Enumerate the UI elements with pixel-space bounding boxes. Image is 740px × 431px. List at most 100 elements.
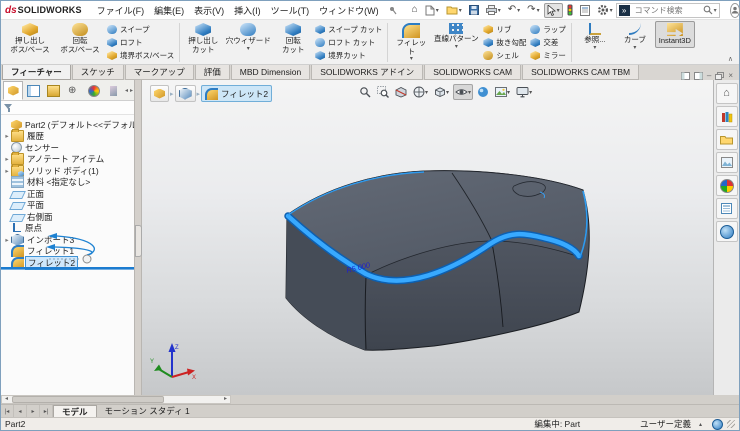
scrollbar-thumb[interactable]: [12, 396, 164, 403]
menu-file[interactable]: ファイル(F): [92, 4, 150, 17]
doc-restore-icon[interactable]: [715, 71, 725, 80]
mirror-button[interactable]: ミラー: [528, 49, 568, 62]
status-globe-icon[interactable]: [712, 418, 723, 430]
edit-appearance-button[interactable]: [475, 84, 491, 100]
undo-button[interactable]: ↶ ▾: [505, 3, 523, 17]
view-settings-button[interactable]: ▾: [514, 84, 534, 100]
breadcrumb-body-chip[interactable]: [174, 85, 196, 102]
status-units[interactable]: ユーザー定義: [640, 418, 691, 430]
tab-model[interactable]: モデル: [53, 405, 97, 417]
tree-item-origin[interactable]: 原点: [1, 223, 134, 235]
tab-configurationmanager[interactable]: [43, 81, 63, 100]
select-tool-button[interactable]: ▾: [543, 2, 563, 18]
taskpane-appearances-button[interactable]: [715, 175, 738, 196]
wrap-button[interactable]: ラップ: [528, 23, 568, 36]
loft-button[interactable]: ロフト: [105, 36, 176, 49]
boundary-boss-base-button[interactable]: 境界ボス/ベース: [105, 49, 176, 62]
tree-item-right-plane[interactable]: 右側面: [1, 211, 134, 223]
home-button[interactable]: ⌂: [409, 3, 421, 17]
tab-evaluate[interactable]: 評価: [194, 65, 230, 80]
search-dropdown-icon[interactable]: ▾: [714, 7, 717, 14]
view-orientation-button[interactable]: ▾: [411, 84, 430, 100]
sweep-button[interactable]: スイープ: [105, 23, 176, 36]
tab-solidworks-addins[interactable]: SOLIDWORKS アドイン: [311, 65, 424, 80]
tree-item-imported3[interactable]: ▸ インポート3: [1, 233, 134, 246]
menu-edit[interactable]: 編集(E): [149, 4, 189, 17]
search-input[interactable]: [632, 4, 703, 16]
options-button[interactable]: ▾: [594, 2, 616, 18]
tab-motion-study[interactable]: モーション スタディ 1: [97, 405, 198, 417]
tree-item-annotations[interactable]: ▸ アノテート アイテム: [1, 152, 134, 166]
units-dropdown-icon[interactable]: ▴: [699, 421, 702, 428]
taskpane-design-library-button[interactable]: [715, 106, 738, 127]
tab-features[interactable]: フィーチャー: [2, 65, 71, 80]
menu-view[interactable]: 表示(V): [189, 4, 229, 17]
scroll-right-icon[interactable]: ▸: [221, 396, 230, 403]
part-model[interactable]: R5.000: [142, 80, 713, 395]
tree-item-front-plane[interactable]: 正面: [1, 188, 134, 200]
extruded-boss-base-button[interactable]: 押し出し ボス/ベース: [5, 21, 55, 56]
tab-mbd-dimension[interactable]: MBD Dimension: [230, 65, 311, 80]
save-button[interactable]: [466, 3, 482, 17]
last-tab-button[interactable]: ▸|: [40, 405, 53, 417]
linear-pattern-button[interactable]: 直線パターン ▾: [431, 21, 481, 52]
doc-minimize-button[interactable]: –: [707, 71, 711, 80]
revolved-boss-base-button[interactable]: 回転 ボス/ベース: [55, 21, 105, 56]
display-style-button[interactable]: ▾: [432, 84, 451, 100]
hide-show-items-button[interactable]: ▾: [453, 84, 474, 100]
expand-icon[interactable]: ▸: [3, 155, 11, 163]
tree-item-sensors[interactable]: センサー: [1, 142, 134, 154]
taskpane-view-palette-button[interactable]: [715, 152, 738, 173]
tree-item-fillet2-selected[interactable]: フィレット2: [1, 255, 134, 270]
expand-icon[interactable]: ▸: [3, 236, 11, 244]
expand-icon[interactable]: ▸: [3, 132, 11, 140]
graphics-viewport[interactable]: R5.000 ▸ ▸ フィレット2 ▾ ▾ ▾ ▾ ▾ Z Y X: [142, 80, 713, 395]
resize-grip[interactable]: [727, 420, 735, 428]
file-properties-button[interactable]: [577, 3, 593, 18]
user-account-button[interactable]: [729, 2, 740, 18]
apply-scene-button[interactable]: ▾: [493, 84, 512, 100]
instant3d-button[interactable]: Instant3D: [654, 21, 695, 48]
prev-tab-button[interactable]: ◂: [14, 405, 27, 417]
redo-button[interactable]: ↷ ▾: [524, 3, 542, 17]
draft-button[interactable]: 抜き勾配: [481, 36, 528, 49]
rebuild-button[interactable]: [564, 2, 576, 18]
scroll-left-icon[interactable]: ◂: [2, 396, 11, 403]
rib-button[interactable]: リブ: [481, 23, 528, 36]
print-button[interactable]: ▾: [483, 3, 504, 17]
menu-window[interactable]: ウィンドウ(W): [314, 4, 384, 17]
lofted-cut-button[interactable]: ロフト カット: [313, 36, 384, 49]
tab-propertymanager[interactable]: [23, 81, 43, 100]
taskpane-forum-button[interactable]: [715, 221, 738, 242]
pane-right-icon[interactable]: [693, 71, 703, 80]
zoom-to-fit-button[interactable]: [357, 84, 373, 100]
tree-item-solid-bodies[interactable]: ▸ ソリッド ボディ(1): [1, 163, 134, 177]
tab-extra[interactable]: [104, 81, 124, 100]
fillet-button[interactable]: フィレット ▾: [391, 21, 431, 64]
pin-menu-icon[interactable]: [388, 6, 397, 15]
new-document-button[interactable]: ▾: [422, 3, 442, 18]
breadcrumb-part-chip[interactable]: [150, 85, 169, 102]
revolved-cut-button[interactable]: 回転 カット: [273, 21, 313, 56]
breadcrumb-fillet2-chip[interactable]: フィレット2: [201, 85, 273, 102]
zoom-to-area-button[interactable]: [375, 84, 391, 100]
taskpane-file-explorer-button[interactable]: [715, 129, 738, 150]
splitter-grip[interactable]: [135, 225, 142, 257]
pane-left-icon[interactable]: [680, 71, 690, 80]
tree-item-history[interactable]: ▸ 履歴: [1, 129, 134, 143]
tab-sketch[interactable]: スケッチ: [71, 65, 124, 80]
first-tab-button[interactable]: |◂: [1, 405, 14, 417]
section-view-button[interactable]: [393, 84, 409, 100]
curves-button[interactable]: カーブ ▾: [615, 21, 655, 53]
intersect-button[interactable]: 交差: [528, 36, 568, 49]
panel-tabs-scroll-right-icon[interactable]: ▸: [129, 87, 134, 94]
open-button[interactable]: ▾: [443, 3, 465, 17]
hole-wizard-button[interactable]: 穴ウィザード ▾: [223, 21, 273, 54]
tree-horizontal-scrollbar[interactable]: ◂ ▸: [1, 395, 231, 404]
menu-insert[interactable]: 挿入(I): [229, 4, 266, 17]
tree-item-part[interactable]: Part2 (デフォルト<<デフォルト>_表示状態: [1, 119, 134, 131]
taskpane-home-button[interactable]: ⌂: [715, 83, 738, 104]
doc-close-button[interactable]: ×: [728, 71, 733, 80]
shell-button[interactable]: シェル: [481, 49, 528, 62]
next-tab-button[interactable]: ▸: [27, 405, 40, 417]
